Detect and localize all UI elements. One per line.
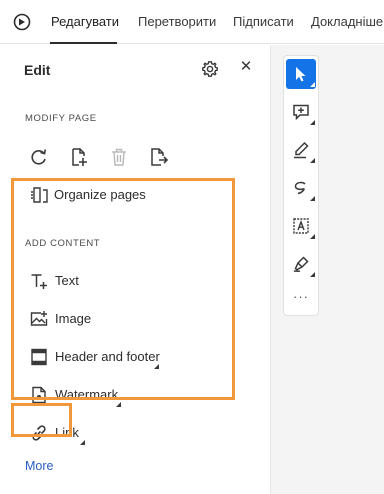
top-tab-bar: Редагувати Перетворити Підписати Докладн…	[0, 0, 384, 44]
extract-pages-icon[interactable]	[148, 146, 170, 168]
highlight-tool-dropdown-icon	[310, 158, 315, 163]
link-dropdown-icon[interactable]	[80, 440, 85, 445]
highlight-tool-button[interactable]	[286, 135, 316, 165]
add-comment-icon	[293, 104, 309, 121]
draw-freeform-icon	[294, 181, 306, 195]
draw-tool-button[interactable]	[286, 173, 316, 203]
tab-convert[interactable]: Перетворити	[138, 14, 216, 29]
more-tools-icon[interactable]: ···	[286, 289, 316, 304]
modify-page-heading: MODIFY PAGE	[25, 113, 97, 124]
more-link[interactable]: More	[25, 459, 53, 473]
app-logo-icon[interactable]	[13, 13, 31, 31]
text-box-tool-dropdown-icon	[310, 234, 315, 239]
more-link-highlight	[11, 403, 72, 437]
close-icon[interactable]: ✕	[238, 59, 254, 75]
panel-title: Edit	[24, 62, 51, 78]
tab-more-details[interactable]: Докладніше	[311, 14, 383, 29]
comment-tool-dropdown-icon	[310, 120, 315, 125]
text-box-icon	[293, 218, 309, 234]
sign-tool-button[interactable]	[286, 249, 316, 279]
tab-edit[interactable]: Редагувати	[51, 14, 119, 29]
delete-page-icon[interactable]	[108, 146, 130, 168]
watermark-dropdown-icon[interactable]	[116, 402, 121, 407]
add-content-highlight	[11, 178, 235, 400]
select-tool-button[interactable]	[286, 59, 316, 89]
sign-tool-dropdown-icon	[310, 272, 315, 277]
text-box-tool-button[interactable]	[286, 211, 316, 241]
select-tool-dropdown-icon	[310, 82, 315, 87]
select-cursor-icon	[296, 67, 306, 82]
gear-icon[interactable]	[201, 60, 219, 78]
tab-sign[interactable]: Підписати	[233, 14, 294, 29]
draw-tool-dropdown-icon	[310, 196, 315, 201]
comment-tool-button[interactable]	[286, 97, 316, 127]
signature-icon	[293, 256, 309, 273]
insert-pages-icon[interactable]	[68, 146, 90, 168]
highlight-pen-icon	[294, 141, 309, 159]
active-tab-indicator	[50, 42, 117, 44]
rotate-icon[interactable]	[28, 146, 50, 168]
